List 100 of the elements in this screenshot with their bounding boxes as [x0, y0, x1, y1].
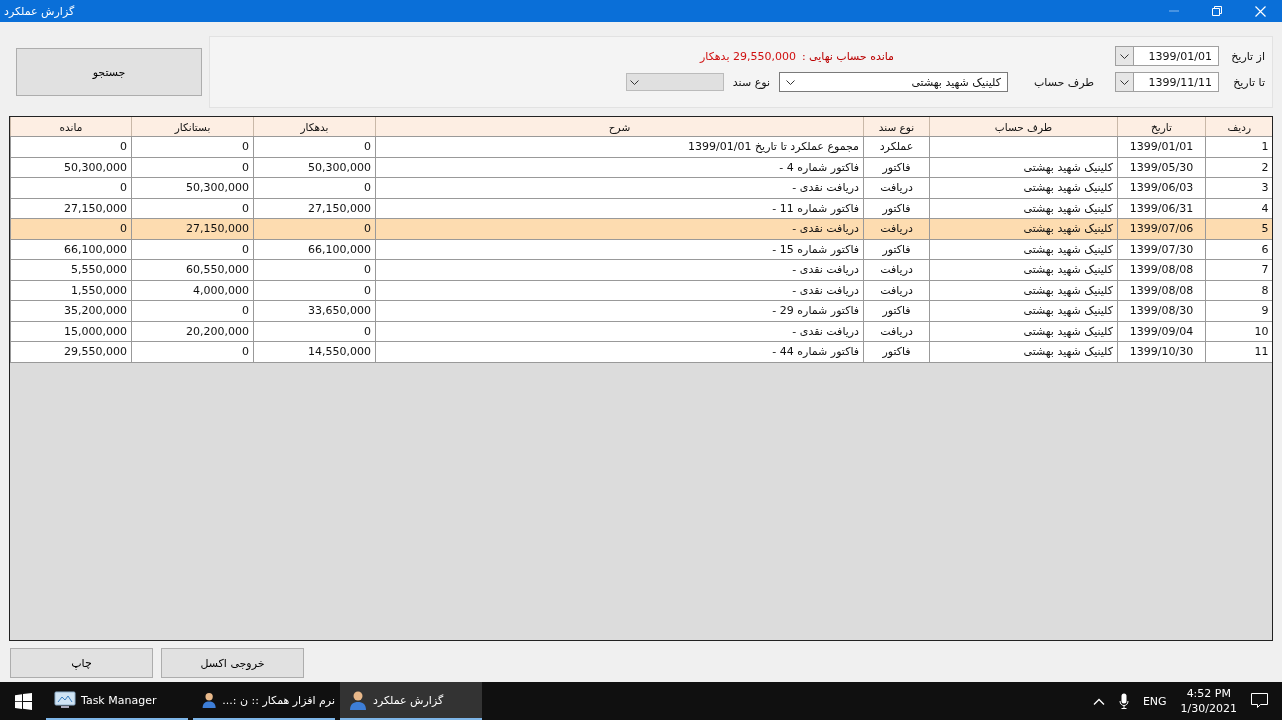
table-cell: 29,550,000: [10, 341, 132, 362]
table-cell: فاکتور شماره 11 -: [375, 198, 864, 219]
table-cell: 33,650,000: [253, 300, 376, 321]
table-cell: 50,300,000: [253, 157, 376, 178]
table-cell: 1399/09/04: [1117, 321, 1206, 342]
table-cell: 0: [131, 157, 254, 178]
table-cell: دریافت: [863, 321, 930, 342]
windows-logo-icon[interactable]: [15, 692, 32, 710]
table-cell: 66,100,000: [10, 239, 132, 260]
table-cell: فاکتور شماره 15 -: [375, 239, 864, 260]
search-button[interactable]: جستجو: [16, 48, 202, 96]
table-cell: کلینیک شهید بهشتی: [929, 218, 1118, 239]
table-cell: 1: [1205, 136, 1272, 157]
from-date-label: از تاریخ: [1230, 49, 1265, 63]
table-cell: 1,550,000: [10, 280, 132, 301]
account-dropdown[interactable]: کلینیک شهید بهشتی: [778, 72, 1008, 92]
column-header[interactable]: تاریخ: [1117, 117, 1206, 137]
table-cell: کلینیک شهید بهشتی: [929, 321, 1118, 342]
table-cell: 1399/06/31: [1117, 198, 1206, 219]
table-cell: فاکتور: [863, 239, 930, 260]
table-cell: 1399/07/30: [1117, 239, 1206, 260]
table-cell: 1399/01/01: [1117, 136, 1206, 157]
table-cell: 5: [1205, 218, 1272, 239]
table-cell: 0: [131, 198, 254, 219]
column-header[interactable]: طرف حساب: [929, 117, 1118, 137]
column-header[interactable]: بدهکار: [253, 117, 376, 137]
table-cell: 14,550,000: [253, 341, 376, 362]
table-cell: 0: [131, 300, 254, 321]
table-cell: 0: [131, 239, 254, 260]
table-cell: 0: [10, 136, 132, 157]
table-cell: 50,300,000: [10, 157, 132, 178]
table-cell: دریافت: [863, 177, 930, 198]
table-cell: 0: [253, 218, 376, 239]
column-header[interactable]: بستانکار: [131, 117, 254, 137]
table-cell: فاکتور: [863, 157, 930, 178]
user-icon: [348, 690, 368, 710]
taskbar-item[interactable]: Task Manager: [46, 682, 188, 720]
close-icon[interactable]: [1255, 5, 1266, 17]
table-cell: 1399/06/03: [1117, 177, 1206, 198]
table-cell: 0: [10, 218, 132, 239]
table-cell: کلینیک شهید بهشتی: [929, 239, 1118, 260]
table-cell: 7: [1205, 259, 1272, 280]
table-cell: مجموع عملکرد تا تاریخ 1399/01/01: [375, 136, 864, 157]
balance-value: 29,550,000 بدهکار: [700, 49, 796, 63]
table-cell: کلینیک شهید بهشتی: [929, 198, 1118, 219]
doc-type-label: نوع سند: [732, 75, 770, 89]
print-button[interactable]: چاپ: [10, 648, 153, 678]
table-cell: 2: [1205, 157, 1272, 178]
table-cell: 1399/08/08: [1117, 280, 1206, 301]
table-cell: 0: [131, 341, 254, 362]
table-cell: 35,200,000: [10, 300, 132, 321]
table-cell: دریافت نقدی -: [375, 280, 864, 301]
table-cell: دریافت نقدی -: [375, 321, 864, 342]
account-label: طرف حساب: [1033, 75, 1094, 89]
table-cell: فاکتور: [863, 300, 930, 321]
table-cell: 0: [131, 136, 254, 157]
table-cell: 66,100,000: [253, 239, 376, 260]
table-cell: کلینیک شهید بهشتی: [929, 259, 1118, 280]
table-cell: 20,200,000: [131, 321, 254, 342]
chevron-up-icon[interactable]: [1092, 697, 1105, 705]
notification-icon[interactable]: [1251, 693, 1268, 709]
table-cell: 27,150,000: [10, 198, 132, 219]
user-icon: [201, 690, 218, 710]
dropdown-icon: [785, 79, 795, 85]
clock-date[interactable]: 1/30/2021: [1180, 701, 1237, 716]
table-cell: 11: [1205, 341, 1272, 362]
to-date-label: تا تاریخ: [1232, 75, 1265, 89]
restore-icon[interactable]: [1212, 6, 1222, 16]
table-cell: دریافت: [863, 259, 930, 280]
table-cell: 8: [1205, 280, 1272, 301]
taskbar-item[interactable]: نرم افزار همکار :: ن :...: [193, 682, 335, 720]
table-cell: 5,550,000: [10, 259, 132, 280]
microphone-icon[interactable]: [1118, 693, 1129, 709]
table-cell: 27,150,000: [131, 218, 254, 239]
window-title: گزارش عملکرد: [4, 4, 75, 18]
column-header[interactable]: مانده: [10, 117, 132, 137]
table-cell: کلینیک شهید بهشتی: [929, 157, 1118, 178]
table-cell: 0: [253, 280, 376, 301]
table-cell: 0: [10, 177, 132, 198]
table-cell: دریافت نقدی -: [375, 218, 864, 239]
table-cell: کلینیک شهید بهشتی: [929, 177, 1118, 198]
taskbar-item[interactable]: گزارش عملکرد: [340, 682, 482, 720]
table-cell: فاکتور شماره 44 -: [375, 341, 864, 362]
dropdown-icon: [629, 79, 639, 85]
clock-time[interactable]: 4:52 PM: [1186, 686, 1231, 701]
input-language[interactable]: ENG: [1142, 694, 1167, 708]
column-header[interactable]: شرح: [375, 117, 864, 137]
table-cell: دریافت نقدی -: [375, 177, 864, 198]
dropdown-icon: [1120, 53, 1129, 59]
monitor-icon: [54, 691, 76, 709]
table-cell: 6: [1205, 239, 1272, 260]
column-header[interactable]: ردیف: [1205, 117, 1272, 137]
table-cell: دریافت: [863, 280, 930, 301]
table-cell: 10: [1205, 321, 1272, 342]
excel-export-button[interactable]: خروجی اکسل: [161, 648, 304, 678]
table-cell: 0: [253, 177, 376, 198]
table-cell: 1399/08/30: [1117, 300, 1206, 321]
column-header[interactable]: نوع سند: [863, 117, 930, 137]
table-cell: فاکتور شماره 4 -: [375, 157, 864, 178]
table-cell: 27,150,000: [253, 198, 376, 219]
